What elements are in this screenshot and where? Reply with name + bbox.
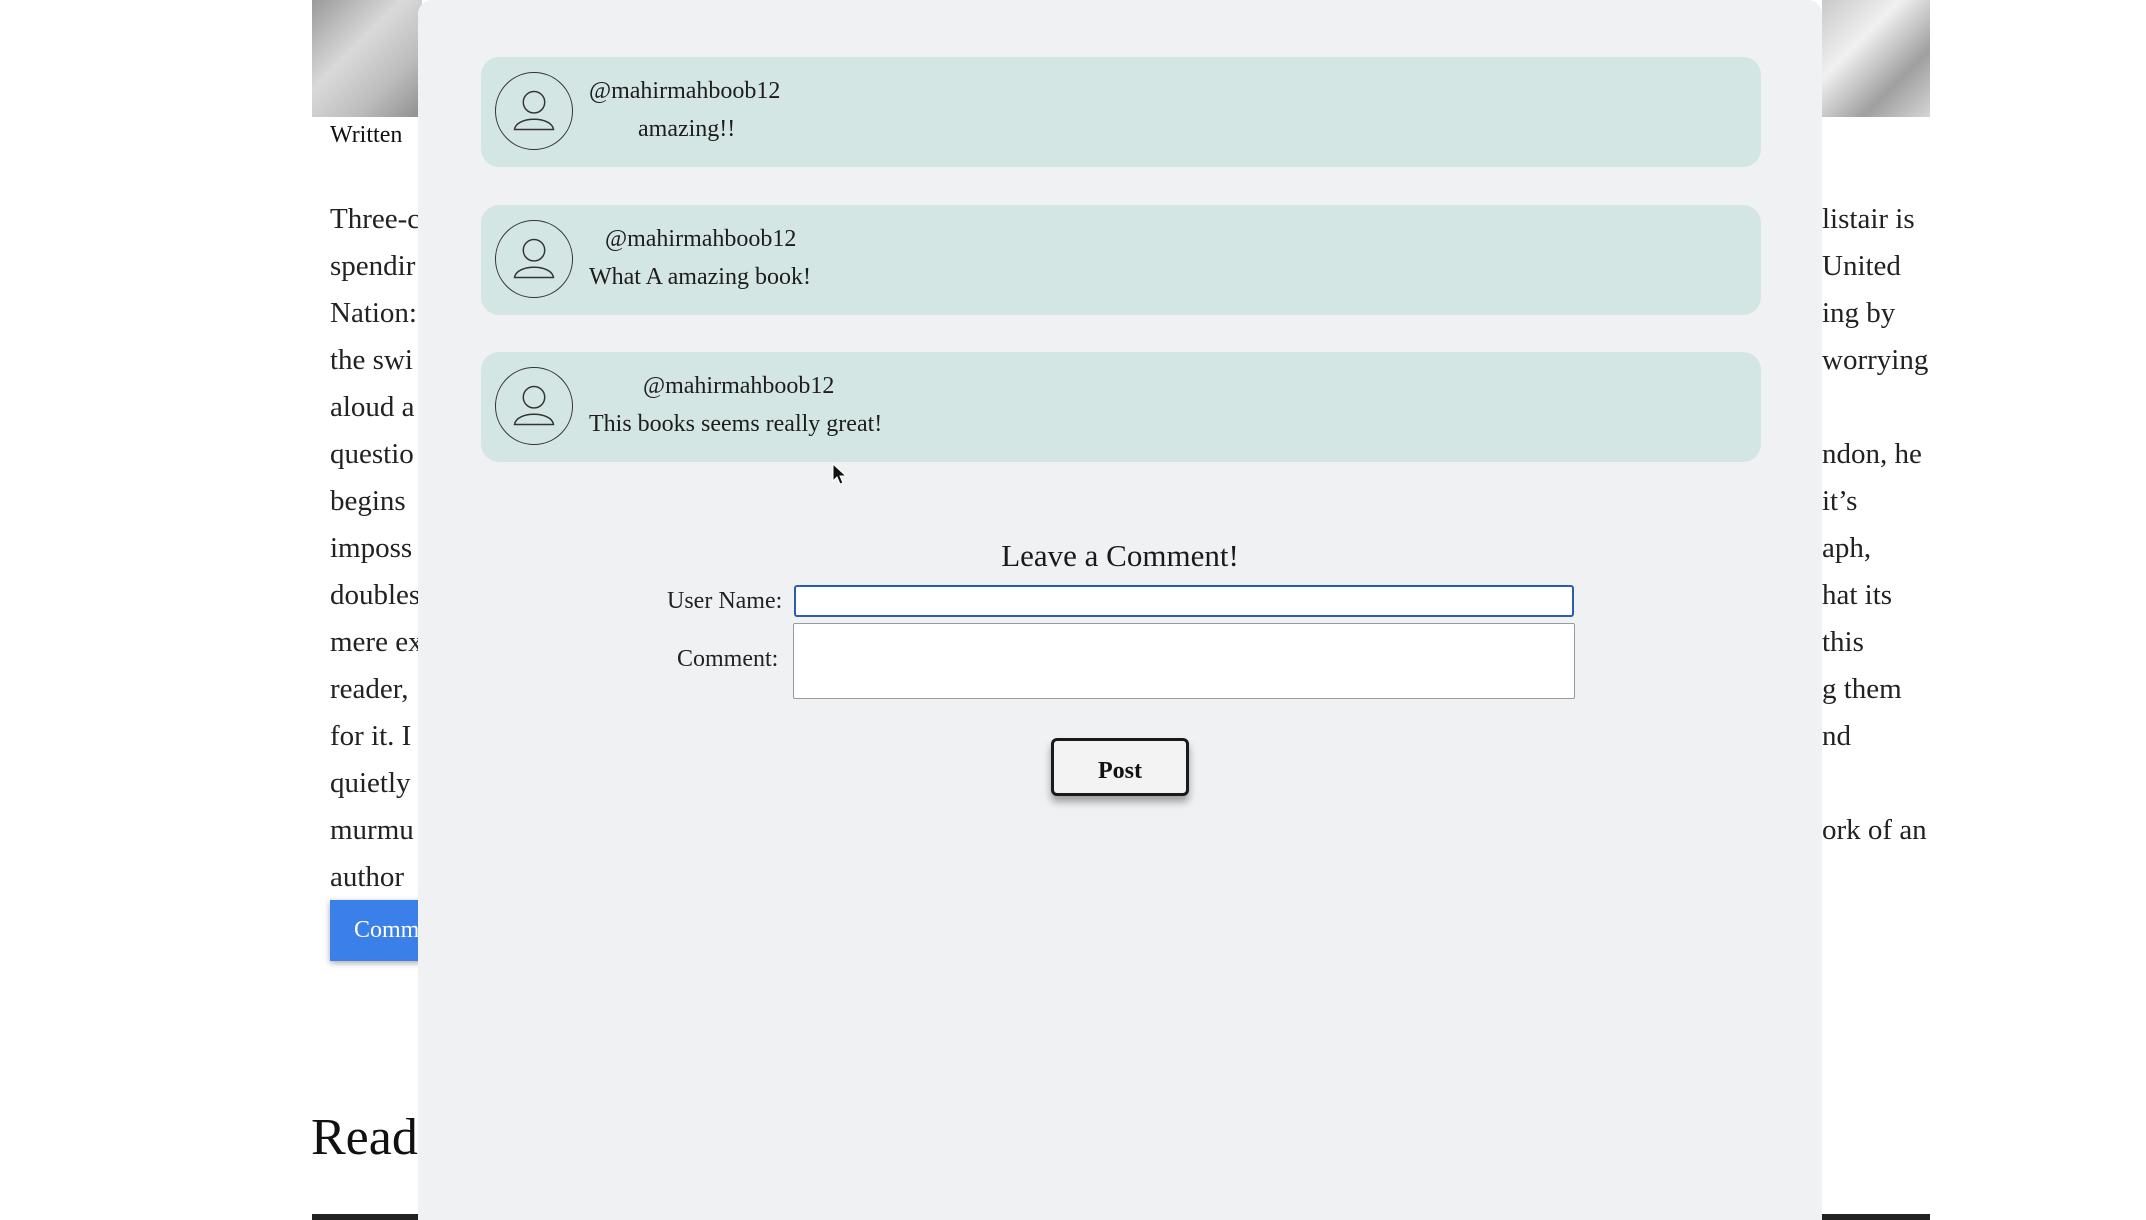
article-line: United	[1822, 250, 1901, 282]
article-body-right: listair is United ing by worrying ndon, he it…	[1822, 196, 2142, 901]
article-line: quietly	[330, 767, 411, 799]
article-line: author	[330, 861, 405, 893]
comment-label: Comment:	[677, 646, 779, 672]
hero-image-left	[312, 0, 422, 117]
article-line: Three-c	[330, 203, 420, 235]
article-line: nd	[1822, 720, 1851, 752]
comment-card: @mahirmahboob12 What A amazing book!	[481, 205, 1761, 315]
article-line: questio	[330, 438, 414, 470]
article-line: begins	[330, 485, 406, 517]
article-line	[1822, 760, 2142, 807]
comment-textarea[interactable]	[793, 623, 1575, 699]
mouse-cursor-icon	[832, 463, 848, 485]
article-line: the swi	[330, 344, 413, 376]
comment-card: @mahirmahboob12 amazing!!	[481, 57, 1761, 167]
article-line: aph,	[1822, 532, 1872, 564]
article-line: ndon, he	[1822, 438, 1922, 470]
article-line: reader,	[330, 673, 409, 705]
comment-username: @mahirmahboob12	[589, 78, 781, 104]
article-line: ing by	[1822, 297, 1896, 329]
user-avatar-icon	[495, 72, 573, 150]
article-body-left: Three-c spendir Nation: the swi aloud a quest…	[330, 196, 420, 901]
article-line: g them	[1822, 673, 1902, 705]
comment-username: @mahirmahboob12	[605, 226, 797, 252]
article-line: mere ex	[330, 626, 420, 658]
article-line: this	[1822, 626, 1864, 658]
hero-image-right	[1822, 0, 1930, 117]
comment-username: @mahirmahboob12	[643, 373, 835, 399]
article-line: ork of an	[1822, 814, 1927, 846]
comment-card: @mahirmahboob12 This books seems really …	[481, 352, 1761, 462]
article-line: murmu	[330, 814, 414, 846]
article-line: aloud a	[330, 391, 415, 423]
username-input[interactable]	[794, 585, 1574, 617]
article-line: worrying	[1822, 344, 1929, 376]
username-label: User Name:	[667, 588, 783, 614]
article-line: hat its	[1822, 579, 1893, 611]
article-line: spendir	[330, 250, 416, 282]
user-avatar-icon	[495, 367, 573, 445]
article-line	[1822, 384, 2142, 431]
article-line: for it. I	[330, 720, 412, 752]
comments-modal: @mahirmahboob12 amazing!! @mahirmahboob1…	[418, 0, 1822, 1220]
comment-form-title: Leave a Comment!	[1001, 538, 1239, 573]
article-byline: Written	[330, 122, 403, 148]
section-heading-read: Read	[311, 1109, 418, 1166]
article-line: it’s	[1822, 485, 1858, 517]
article-line: imposs	[330, 532, 413, 564]
user-avatar-icon	[495, 220, 573, 298]
comment-text: amazing!!	[638, 116, 736, 142]
article-line	[1822, 854, 2142, 901]
post-button[interactable]: Post	[1051, 738, 1189, 796]
comment-text: What A amazing book!	[589, 264, 811, 290]
article-line: doubles	[330, 579, 420, 611]
article-line: Nation:	[330, 297, 417, 329]
comment-text: This books seems really great!	[589, 411, 883, 437]
article-line: listair is	[1822, 203, 1915, 235]
